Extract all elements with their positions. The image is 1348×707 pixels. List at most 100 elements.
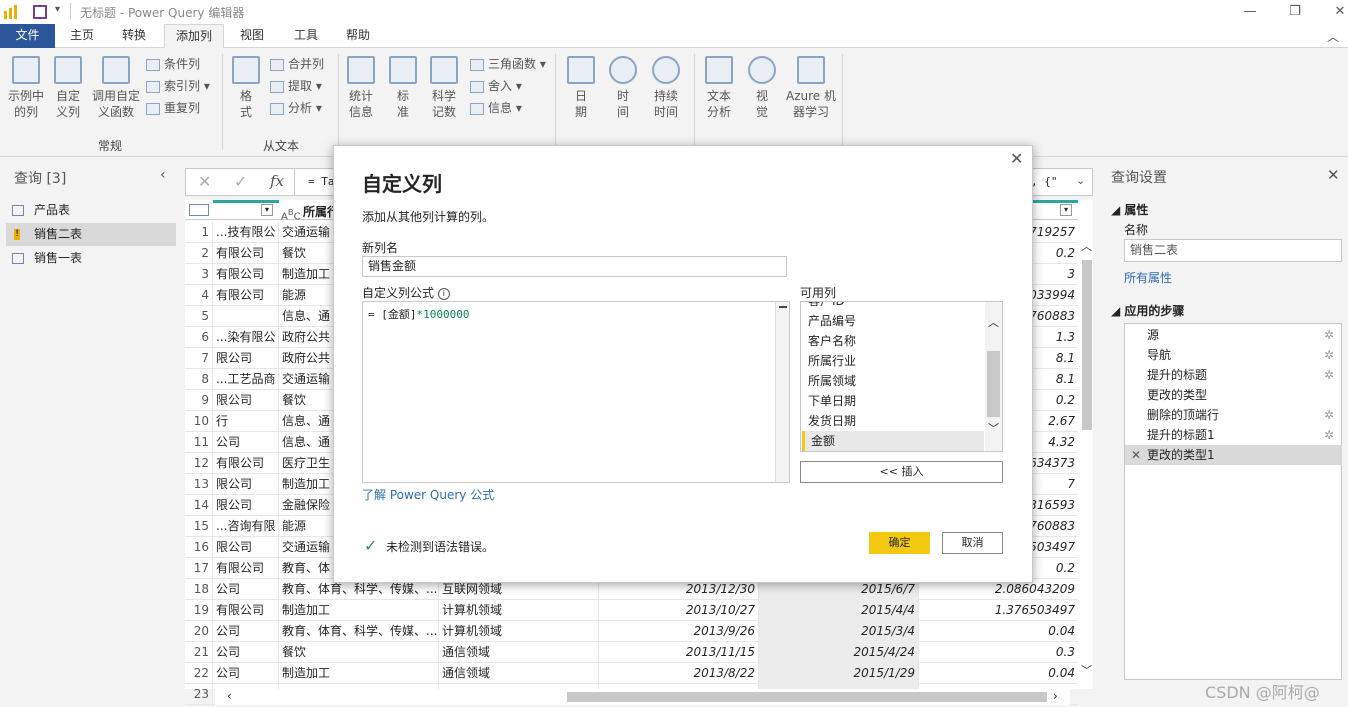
column-filter-button[interactable]: ▾ <box>1060 204 1072 216</box>
time-button[interactable]: 时 间 <box>604 56 642 120</box>
table-cell[interactable]: 限公司 <box>213 495 279 516</box>
table-cell[interactable]: 2013/11/15 <box>599 642 759 663</box>
formula-editor[interactable]: = [金额]*1000000 <box>362 301 790 483</box>
table-cell[interactable]: 染有限公... <box>213 327 279 348</box>
applied-step[interactable]: 删除的顶端行 ✲ <box>1125 405 1342 425</box>
table-cell[interactable]: 有限公司 <box>213 243 279 264</box>
azure-ml-button[interactable]: Azure 机 器学习 <box>784 56 838 120</box>
info-circle-icon[interactable]: i <box>437 287 450 300</box>
scroll-right-icon[interactable]: › <box>1053 689 1058 703</box>
applied-step[interactable]: 导航 ✲ <box>1125 345 1342 365</box>
available-column-item[interactable]: 下单日期 <box>802 391 984 411</box>
minimize-button[interactable]: — <box>1235 2 1265 22</box>
table-cell[interactable]: 公司 <box>213 642 279 663</box>
table-cell[interactable]: 通信领域 <box>439 663 599 684</box>
table-cell[interactable]: 计算机领域 <box>439 621 599 642</box>
table-cell[interactable]: 咨询有限... <box>213 516 279 537</box>
query-item[interactable]: 销售一表 <box>6 247 176 270</box>
table-cell[interactable]: 制造加工 <box>279 600 439 621</box>
vision-button[interactable]: 视 觉 <box>744 56 780 120</box>
available-column-item[interactable]: 所属领域 <box>802 371 984 391</box>
available-column-item[interactable]: 金额 <box>802 431 984 451</box>
commit-formula-icon[interactable]: ✓ <box>234 172 247 191</box>
table-cell[interactable]: 行 <box>213 411 279 432</box>
table-cell[interactable]: 公司 <box>213 579 279 600</box>
statistics-button[interactable]: 统计 信息 <box>342 56 380 120</box>
available-column-item[interactable]: 所属行业 <box>802 351 984 371</box>
close-window-button[interactable]: ✕ <box>1325 2 1348 22</box>
new-column-name-input[interactable]: 销售金额 <box>362 256 787 277</box>
save-icon[interactable] <box>33 5 47 19</box>
invoke-function-button[interactable]: 调用自定 义函数 <box>90 56 142 120</box>
table-cell[interactable]: 工艺品商... <box>213 369 279 390</box>
table-cell[interactable]: 公司 <box>213 432 279 453</box>
table-cell[interactable]: 有限公司 <box>213 600 279 621</box>
table-cell[interactable]: 2013/8/22 <box>599 663 759 684</box>
formula-scrollbar[interactable] <box>775 302 789 482</box>
insert-button[interactable]: << 插入 <box>800 461 1003 483</box>
tab-transform[interactable]: 转换 <box>110 24 158 48</box>
table-cell[interactable]: 2015/4/4 <box>759 600 919 621</box>
parse-button[interactable]: 分析 ▾ <box>270 98 322 119</box>
applied-step[interactable]: 更改的类型 <box>1125 385 1342 405</box>
extract-button[interactable]: 提取 ▾ <box>270 76 322 97</box>
table-cell[interactable]: 限公司 <box>213 348 279 369</box>
scroll-thumb[interactable] <box>1082 260 1092 430</box>
formula-code[interactable]: = [金额]*1000000 <box>368 306 469 322</box>
query-name-input[interactable]: 销售二表 <box>1124 239 1342 262</box>
collapse-ribbon-icon[interactable]: ︿ <box>1327 28 1339 45</box>
collapse-queries-icon[interactable]: ‹ <box>160 167 166 183</box>
delete-step-icon[interactable]: ✕ <box>1131 445 1141 465</box>
expand-formula-icon[interactable]: ⌄ <box>1076 174 1085 187</box>
table-cell[interactable]: 2015/3/4 <box>759 621 919 642</box>
vertical-scrollbar[interactable]: ︿ ﹀ <box>1080 222 1093 689</box>
text-analytics-button[interactable]: 文本 分析 <box>700 56 738 120</box>
table-menu-icon[interactable] <box>189 204 209 216</box>
scroll-up-icon[interactable]: ︿ <box>1081 238 1092 254</box>
table-cell[interactable]: 技有限公... <box>213 222 279 243</box>
table-cell[interactable]: 2013/10/27 <box>599 600 759 621</box>
scroll-thumb[interactable] <box>987 351 1000 417</box>
ok-button[interactable]: 确定 <box>869 532 930 554</box>
tab-file[interactable]: 文件 <box>0 24 55 48</box>
available-columns-list[interactable]: 客户ID 产品编号 客户名称 所属行业 所属领域 下单日期 发货日期 金额 ︿ ﹀ <box>800 301 1003 452</box>
table-cell[interactable]: 2015/4/24 <box>759 642 919 663</box>
table-cell[interactable]: 有限公司 <box>213 264 279 285</box>
gear-icon[interactable]: ✲ <box>1324 325 1334 345</box>
close-settings-icon[interactable]: ✕ <box>1327 166 1340 184</box>
table-cell[interactable]: 有限公司 <box>213 558 279 579</box>
scroll-thumb[interactable] <box>567 692 1047 702</box>
applied-steps-section[interactable]: ◢ 应用的步骤 <box>1111 302 1184 319</box>
table-cell[interactable]: 限公司 <box>213 474 279 495</box>
table-cell[interactable]: 有限公司 <box>213 285 279 306</box>
gear-icon[interactable]: ✲ <box>1324 345 1334 365</box>
cancel-button[interactable]: 取消 <box>942 532 1003 554</box>
properties-section[interactable]: ◢ 属性 <box>1111 201 1148 218</box>
table-cell[interactable]: 限公司 <box>213 537 279 558</box>
applied-step[interactable]: 源 ✲ <box>1125 325 1342 345</box>
custom-column-button[interactable]: 自定 义列 <box>50 56 86 120</box>
horizontal-scrollbar[interactable]: ‹ › <box>215 689 1070 705</box>
scroll-up-icon[interactable]: ︿ <box>988 314 999 330</box>
restore-button[interactable]: ❐ <box>1280 2 1310 22</box>
tab-help[interactable]: 帮助 <box>334 24 382 48</box>
table-cell[interactable]: 0.04 <box>919 663 1078 684</box>
tab-add-column[interactable]: 添加列 <box>164 24 224 49</box>
duration-button[interactable]: 持续 时间 <box>646 56 686 120</box>
table-cell[interactable]: 0.04 <box>919 621 1078 642</box>
duplicate-column-button[interactable]: 重复列 <box>146 98 200 119</box>
gear-icon[interactable]: ✲ <box>1324 405 1334 425</box>
available-column-item[interactable]: 客户名称 <box>802 331 984 351</box>
table-cell[interactable]: 2015/1/29 <box>759 663 919 684</box>
function-fx-icon[interactable]: fx <box>270 172 284 190</box>
available-column-item[interactable]: 产品编号 <box>802 311 984 331</box>
all-properties-link[interactable]: 所有属性 <box>1124 269 1172 286</box>
scroll-down-icon[interactable]: ﹀ <box>1081 662 1092 678</box>
list-scrollbar[interactable]: ︿ ﹀ <box>985 302 1002 451</box>
merge-columns-button[interactable]: 合并列 <box>270 54 324 75</box>
scroll-down-icon[interactable]: ﹀ <box>988 420 999 436</box>
tab-home[interactable]: 主页 <box>58 24 106 48</box>
tab-view[interactable]: 视图 <box>228 24 276 48</box>
format-button[interactable]: 格 式 <box>228 56 264 120</box>
available-column-item[interactable]: 发货日期 <box>802 411 984 431</box>
